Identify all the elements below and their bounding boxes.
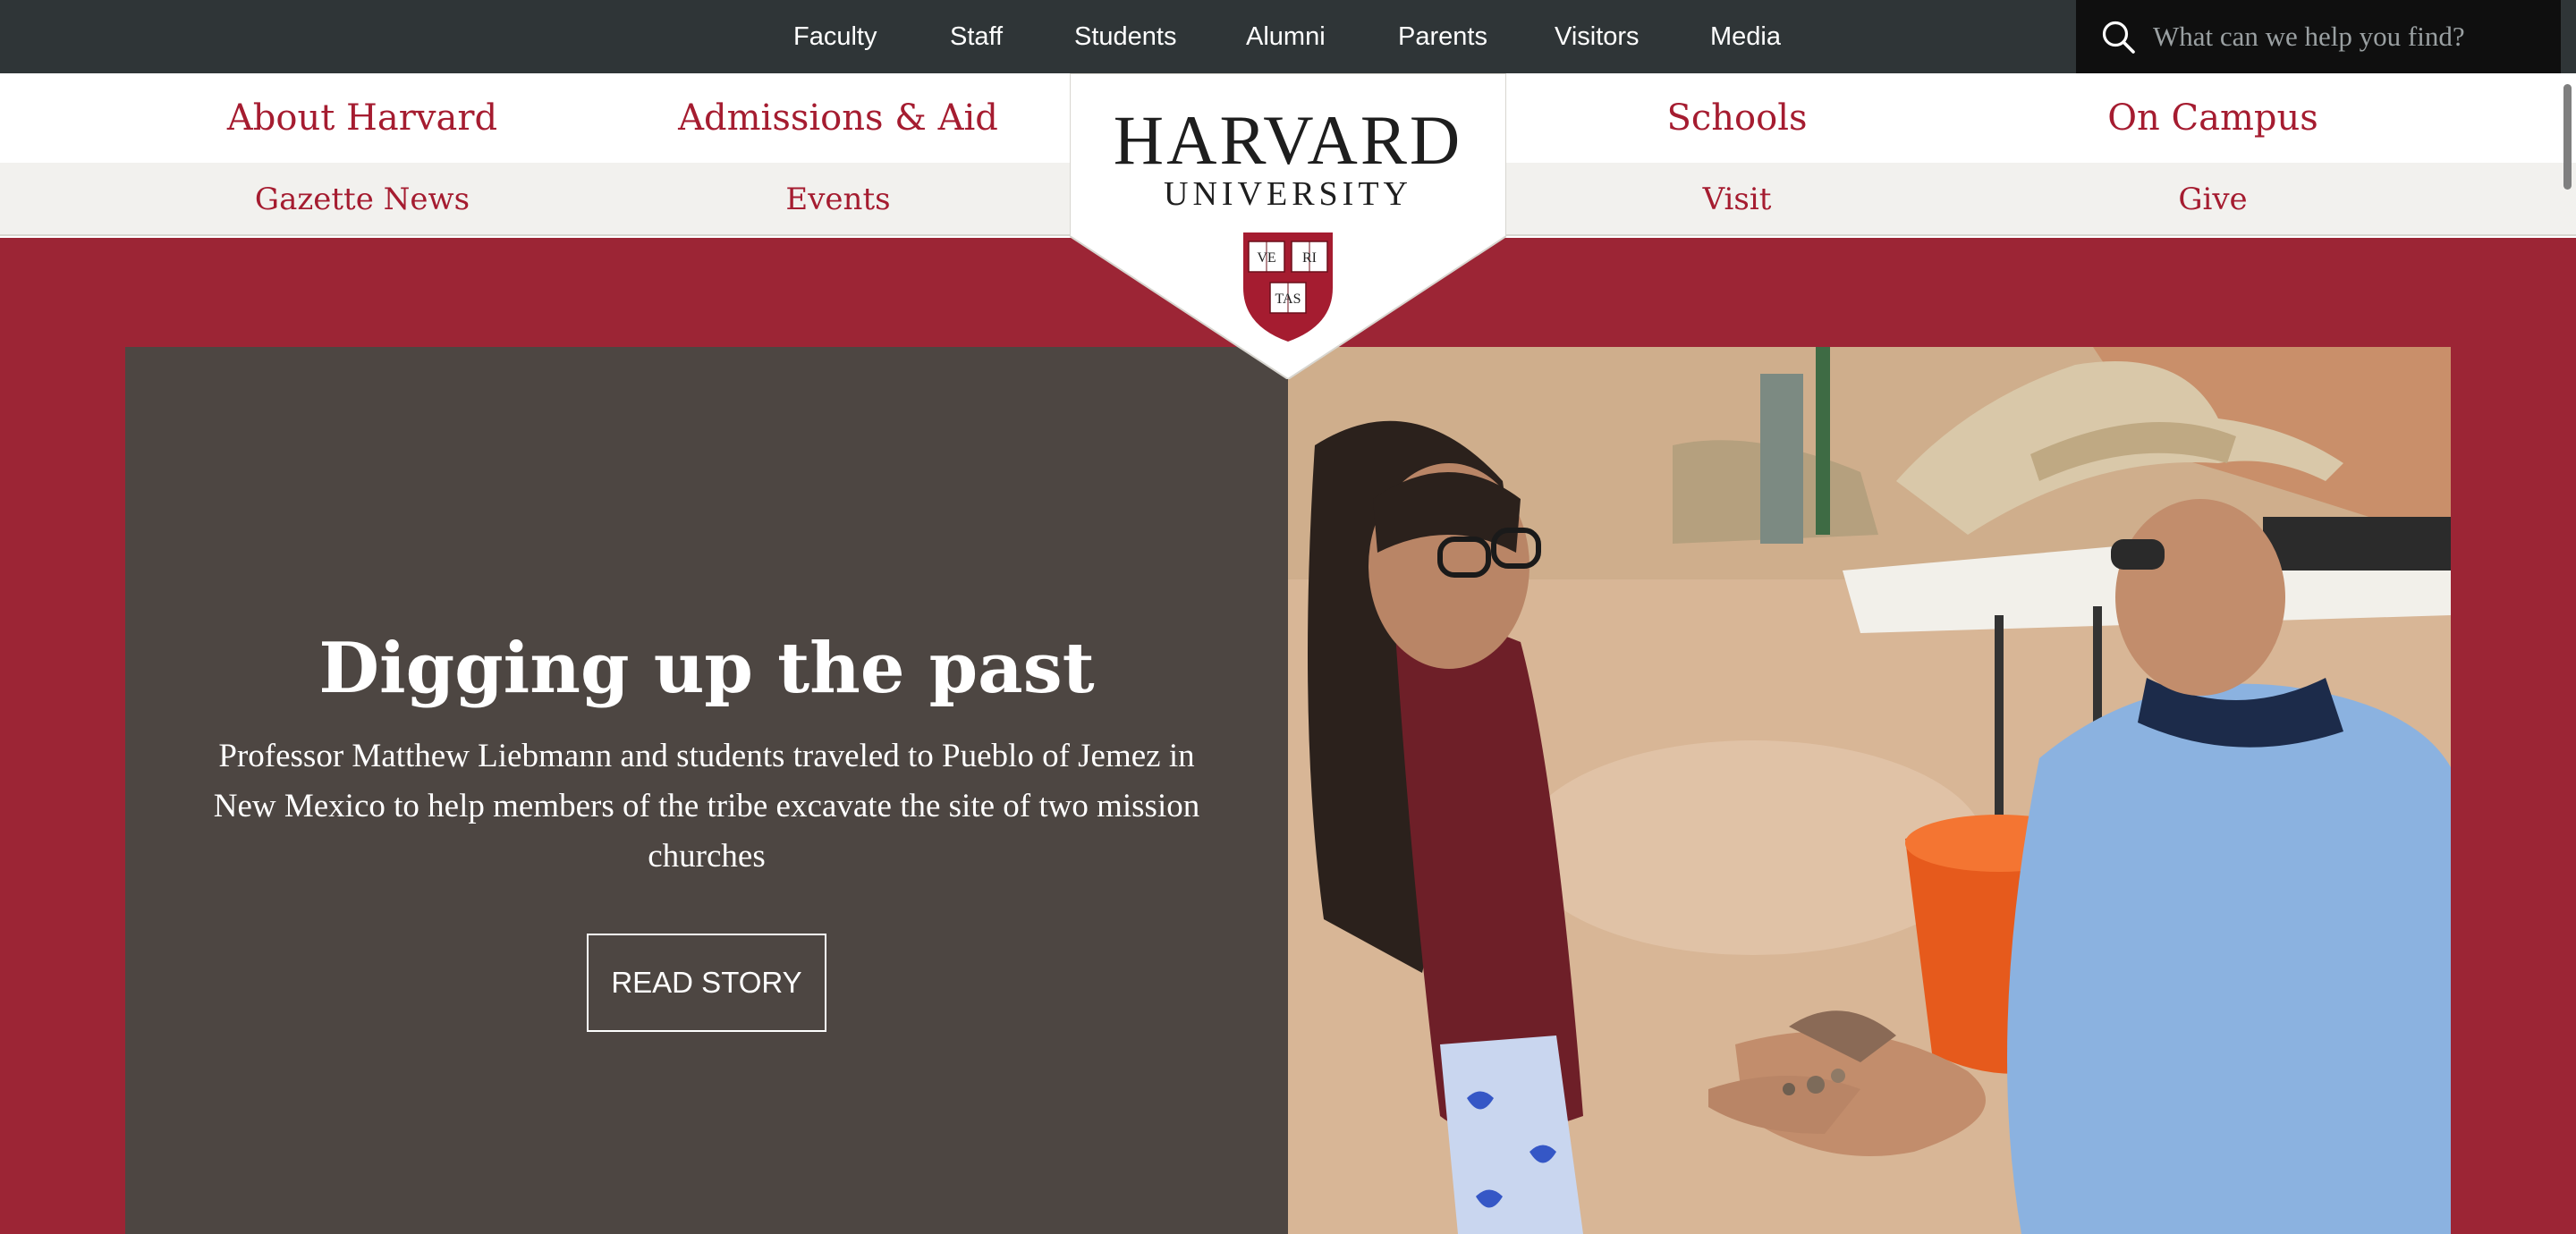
search-input[interactable]	[2153, 9, 2546, 64]
utility-link-parents[interactable]: Parents	[1398, 0, 1487, 73]
utility-link-faculty[interactable]: Faculty	[793, 0, 877, 73]
veritas-crest-icon: VE RI TAS	[1243, 232, 1333, 342]
utility-nav: Faculty Staff Students Alumni Parents Vi…	[0, 0, 2057, 73]
nav-visit[interactable]: Visit	[1558, 163, 1916, 236]
hero-description: Professor Matthew Liebmann and students …	[213, 738, 1200, 875]
utility-link-staff[interactable]: Staff	[950, 0, 1003, 73]
nav-admissions-aid[interactable]: Admissions & Aid	[659, 73, 1017, 163]
hero-photo	[1288, 347, 2451, 1234]
logo-subtitle: UNIVERSITY	[1164, 175, 1412, 213]
hero-carousel: Digging up the past Professor Matthew Li…	[125, 347, 2451, 1234]
crest-text-ve: VE	[1257, 250, 1275, 266]
nav-gazette-news[interactable]: Gazette News	[183, 163, 541, 236]
nav-about-harvard[interactable]: About Harvard	[183, 73, 541, 163]
search-icon[interactable]	[2099, 18, 2137, 55]
utility-link-visitors[interactable]: Visitors	[1555, 0, 1640, 73]
nav-on-campus[interactable]: On Campus	[2034, 73, 2392, 163]
search-box	[2076, 0, 2561, 73]
utility-link-alumni[interactable]: Alumni	[1246, 0, 1326, 73]
utility-link-media[interactable]: Media	[1710, 0, 1781, 73]
page-scrollbar[interactable]	[2560, 73, 2576, 1234]
utility-bar: Faculty Staff Students Alumni Parents Vi…	[0, 0, 2576, 73]
harvard-logo[interactable]: HARVARD UNIVERSITY VE RI TAS	[1070, 73, 1506, 379]
excavation-photo	[1288, 347, 2451, 1234]
hero-title: Digging up the past	[318, 628, 1095, 709]
read-story-button[interactable]: READ STORY	[587, 934, 826, 1032]
hero-text-panel: Digging up the past Professor Matthew Li…	[125, 347, 1288, 1234]
nav-schools[interactable]: Schools	[1558, 73, 1916, 163]
crest-text-tas: TAS	[1275, 292, 1301, 307]
nav-events[interactable]: Events	[659, 163, 1017, 236]
logo-title: HARVARD	[1113, 101, 1463, 179]
scrollbar-thumb[interactable]	[2563, 84, 2572, 190]
nav-give[interactable]: Give	[2034, 163, 2392, 236]
crest-text-ri: RI	[1302, 250, 1317, 266]
utility-link-students[interactable]: Students	[1074, 0, 1176, 73]
